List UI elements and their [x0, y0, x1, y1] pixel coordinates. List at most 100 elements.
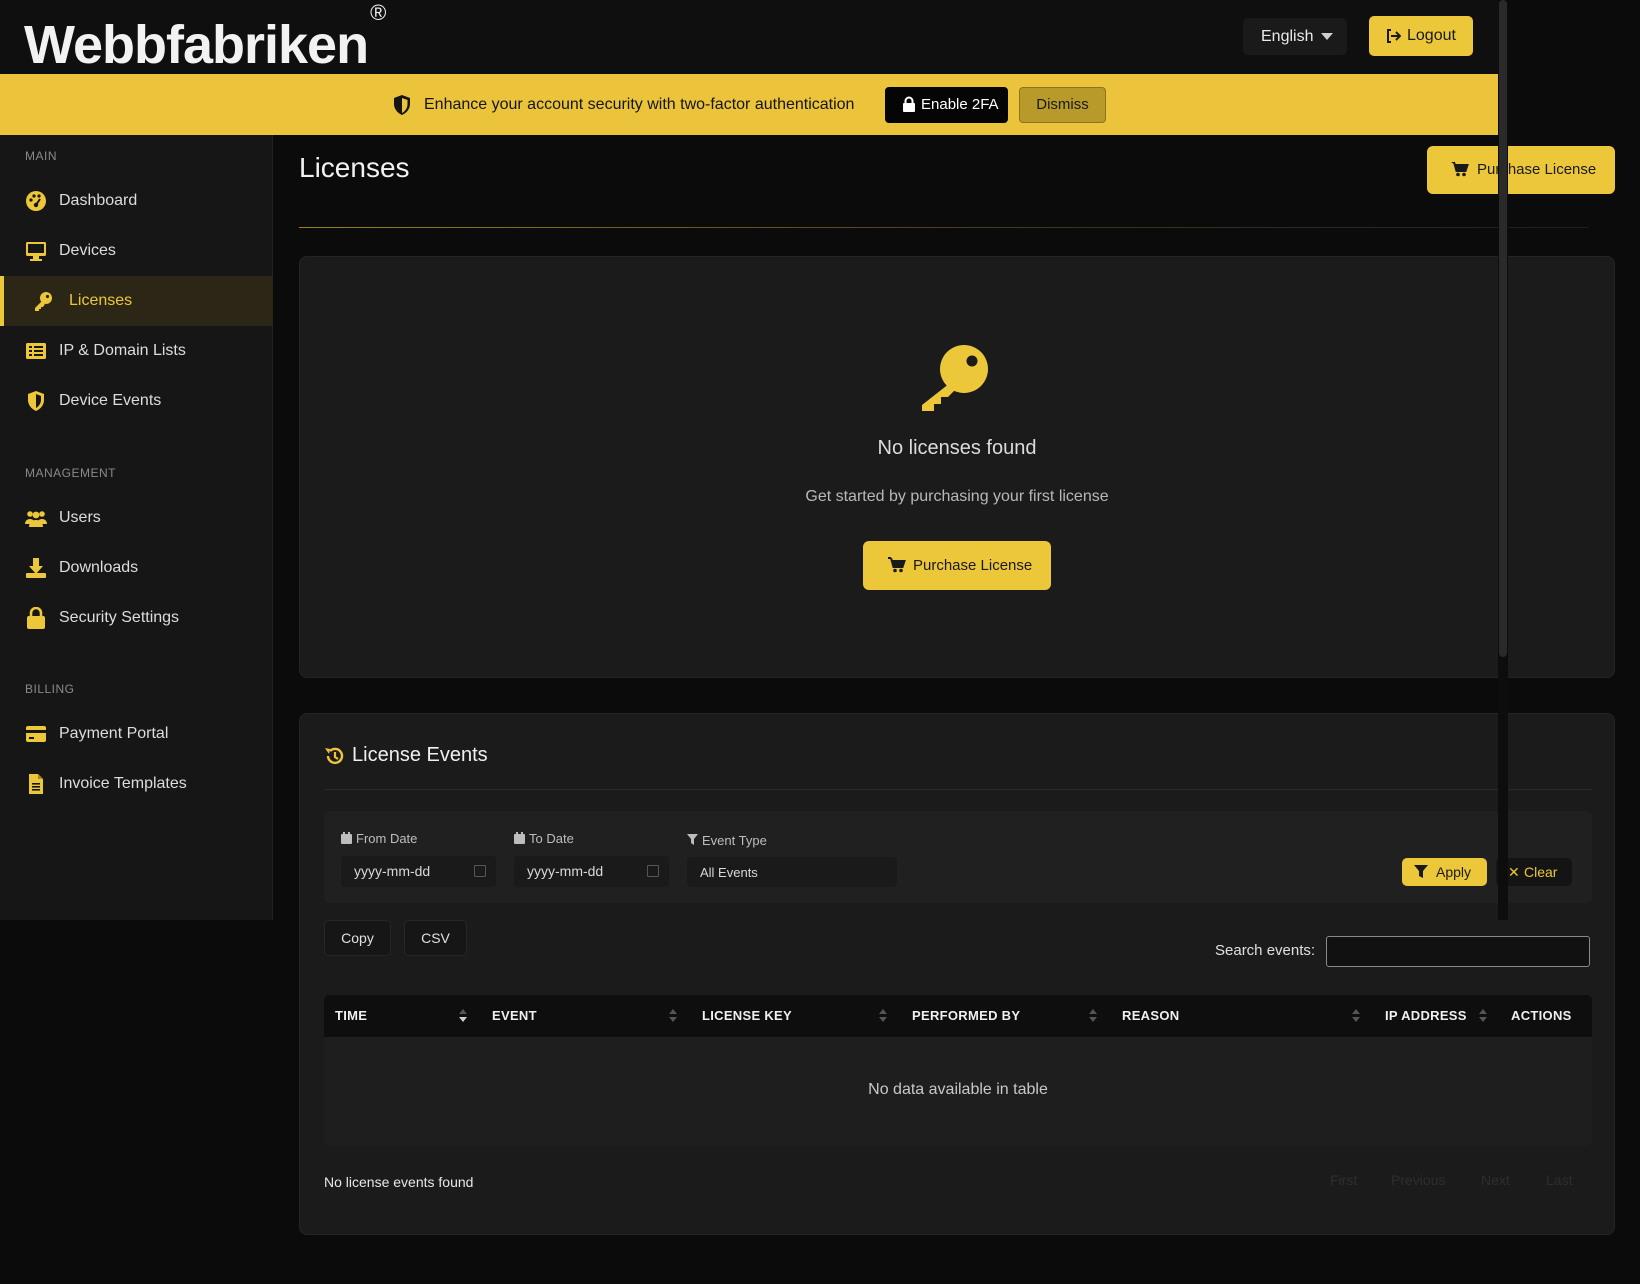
- calendar-icon: [514, 832, 525, 844]
- column-time[interactable]: TIME: [335, 995, 367, 1037]
- to-date-label-text: To Date: [529, 831, 574, 846]
- clear-label: Clear: [1524, 864, 1558, 880]
- purchase-license-button[interactable]: Purchase License: [1427, 146, 1615, 194]
- sidebar-item-label: Invoice Templates: [59, 775, 187, 792]
- scrollbar-thumb[interactable]: [1499, 0, 1507, 657]
- lock-icon: [27, 607, 45, 629]
- language-select[interactable]: English: [1243, 18, 1347, 55]
- from-date-placeholder: yyyy-mm-dd: [354, 863, 431, 879]
- key-icon: [922, 345, 988, 411]
- shield-half-icon: [394, 95, 410, 115]
- title-divider: [299, 227, 1589, 228]
- sidebar-item-devices[interactable]: Devices: [0, 226, 273, 276]
- events-divider: [324, 789, 1592, 790]
- dashboard-icon: [26, 191, 46, 211]
- sign-out-icon: [1387, 29, 1401, 43]
- sidebar-item-security-settings[interactable]: Security Settings: [0, 593, 273, 643]
- file-icon: [29, 774, 43, 794]
- sidebar-item-payment-portal[interactable]: Payment Portal: [0, 709, 273, 759]
- monitor-icon: [26, 242, 46, 261]
- pagination-previous[interactable]: Previous: [1391, 1172, 1445, 1188]
- sort-icon[interactable]: [459, 1009, 467, 1023]
- to-date-input[interactable]: yyyy-mm-dd: [514, 856, 669, 887]
- empty-subtitle: Get started by purchasing your first lic…: [805, 488, 1109, 505]
- brand-logo[interactable]: Webbfabriken®: [24, 0, 386, 76]
- logout-button[interactable]: Logout: [1369, 16, 1473, 56]
- page-title: Licenses: [299, 152, 410, 183]
- language-value: English: [1261, 28, 1314, 45]
- column-performed-by[interactable]: PERFORMED BY: [912, 995, 1020, 1037]
- sidebar: MAIN Dashboard Devices Licenses IP & Dom…: [0, 135, 273, 920]
- history-icon: [325, 747, 344, 765]
- calendar-icon: [341, 832, 352, 844]
- sidebar-item-label: Downloads: [59, 559, 139, 576]
- sidebar-item-label: Device Events: [59, 392, 162, 409]
- key-icon: [35, 292, 52, 311]
- column-reason[interactable]: REASON: [1122, 995, 1179, 1037]
- sort-icon[interactable]: [879, 1009, 887, 1023]
- sort-icon[interactable]: [669, 1009, 677, 1023]
- column-ip-address[interactable]: IP ADDRESS: [1385, 995, 1467, 1037]
- banner-message: Enhance your account security with two-f…: [424, 96, 855, 113]
- csv-button[interactable]: CSV: [404, 920, 467, 956]
- empty-table-message: No data available in table: [868, 1081, 1048, 1098]
- sidebar-item-label: Licenses: [69, 292, 133, 309]
- pagination-first[interactable]: First: [1330, 1172, 1357, 1188]
- sort-icon[interactable]: [1352, 1009, 1360, 1023]
- purchase-license-label: Purchase License: [1477, 161, 1597, 178]
- top-bar: Webbfabriken® English Logout: [0, 0, 1498, 76]
- column-license-key[interactable]: LICENSE KEY: [702, 995, 792, 1037]
- sidebar-item-device-events[interactable]: Device Events: [0, 376, 273, 426]
- to-date-placeholder: yyyy-mm-dd: [527, 863, 604, 879]
- security-banner: Enhance your account security with two-f…: [0, 74, 1498, 135]
- filter-icon: [1414, 865, 1428, 878]
- apply-label: Apply: [1436, 864, 1472, 880]
- table-body: No data available in table: [324, 1037, 1592, 1146]
- event-type-label-text: Event Type: [702, 833, 767, 848]
- calendar-picker-icon[interactable]: [647, 865, 659, 877]
- sidebar-item-invoice-templates[interactable]: Invoice Templates: [0, 759, 273, 809]
- brand-name: Webbfabriken: [24, 15, 369, 75]
- to-date-label: To Date: [514, 831, 574, 846]
- sort-icon[interactable]: [1479, 1009, 1487, 1023]
- license-events-card: License Events From Date yyyy-mm-dd To D…: [299, 713, 1615, 1235]
- pagination-last[interactable]: Last: [1546, 1172, 1572, 1188]
- filter-icon: [687, 834, 698, 845]
- lock-icon: [903, 96, 915, 112]
- sidebar-item-dashboard[interactable]: Dashboard: [0, 176, 273, 226]
- empty-title: No licenses found: [877, 437, 1037, 459]
- licenses-empty-card: No licenses found Get started by purchas…: [299, 256, 1615, 678]
- table-info: No license events found: [324, 1174, 474, 1190]
- brand-registered-mark: ®: [370, 0, 386, 25]
- copy-button[interactable]: Copy: [324, 920, 391, 956]
- from-date-input[interactable]: yyyy-mm-dd: [341, 856, 496, 887]
- apply-filter-button[interactable]: Apply: [1402, 858, 1487, 886]
- calendar-picker-icon[interactable]: [474, 865, 486, 877]
- dismiss-button[interactable]: Dismiss: [1019, 87, 1106, 123]
- event-type-select[interactable]: All Events: [687, 857, 897, 887]
- enable-2fa-label: Enable 2FA: [921, 96, 999, 113]
- users-icon: [25, 511, 47, 527]
- sidebar-section-main: MAIN: [25, 149, 57, 163]
- from-date-label-text: From Date: [356, 831, 418, 846]
- from-date-label: From Date: [341, 831, 417, 846]
- pagination-next[interactable]: Next: [1481, 1172, 1510, 1188]
- purchase-license-label: Purchase License: [913, 557, 1033, 574]
- events-title: License Events: [352, 744, 488, 766]
- column-event[interactable]: EVENT: [492, 995, 537, 1037]
- sort-icon[interactable]: [1089, 1009, 1097, 1023]
- sidebar-item-ip-domain-lists[interactable]: IP & Domain Lists: [0, 326, 273, 376]
- sidebar-item-licenses[interactable]: Licenses: [0, 276, 273, 326]
- purchase-license-button[interactable]: Purchase License: [863, 541, 1051, 590]
- sidebar-item-users[interactable]: Users: [0, 493, 273, 543]
- sidebar-item-downloads[interactable]: Downloads: [0, 543, 273, 593]
- sidebar-item-label: Payment Portal: [59, 725, 169, 742]
- shield-icon: [28, 391, 44, 411]
- close-icon: ✕: [1508, 864, 1520, 880]
- cart-icon: [1451, 161, 1469, 177]
- sidebar-section-billing: BILLING: [25, 682, 75, 696]
- search-input[interactable]: [1326, 936, 1590, 967]
- event-type-value: All Events: [700, 865, 758, 880]
- sidebar-item-label: Security Settings: [59, 609, 180, 626]
- enable-2fa-button[interactable]: Enable 2FA: [885, 87, 1008, 123]
